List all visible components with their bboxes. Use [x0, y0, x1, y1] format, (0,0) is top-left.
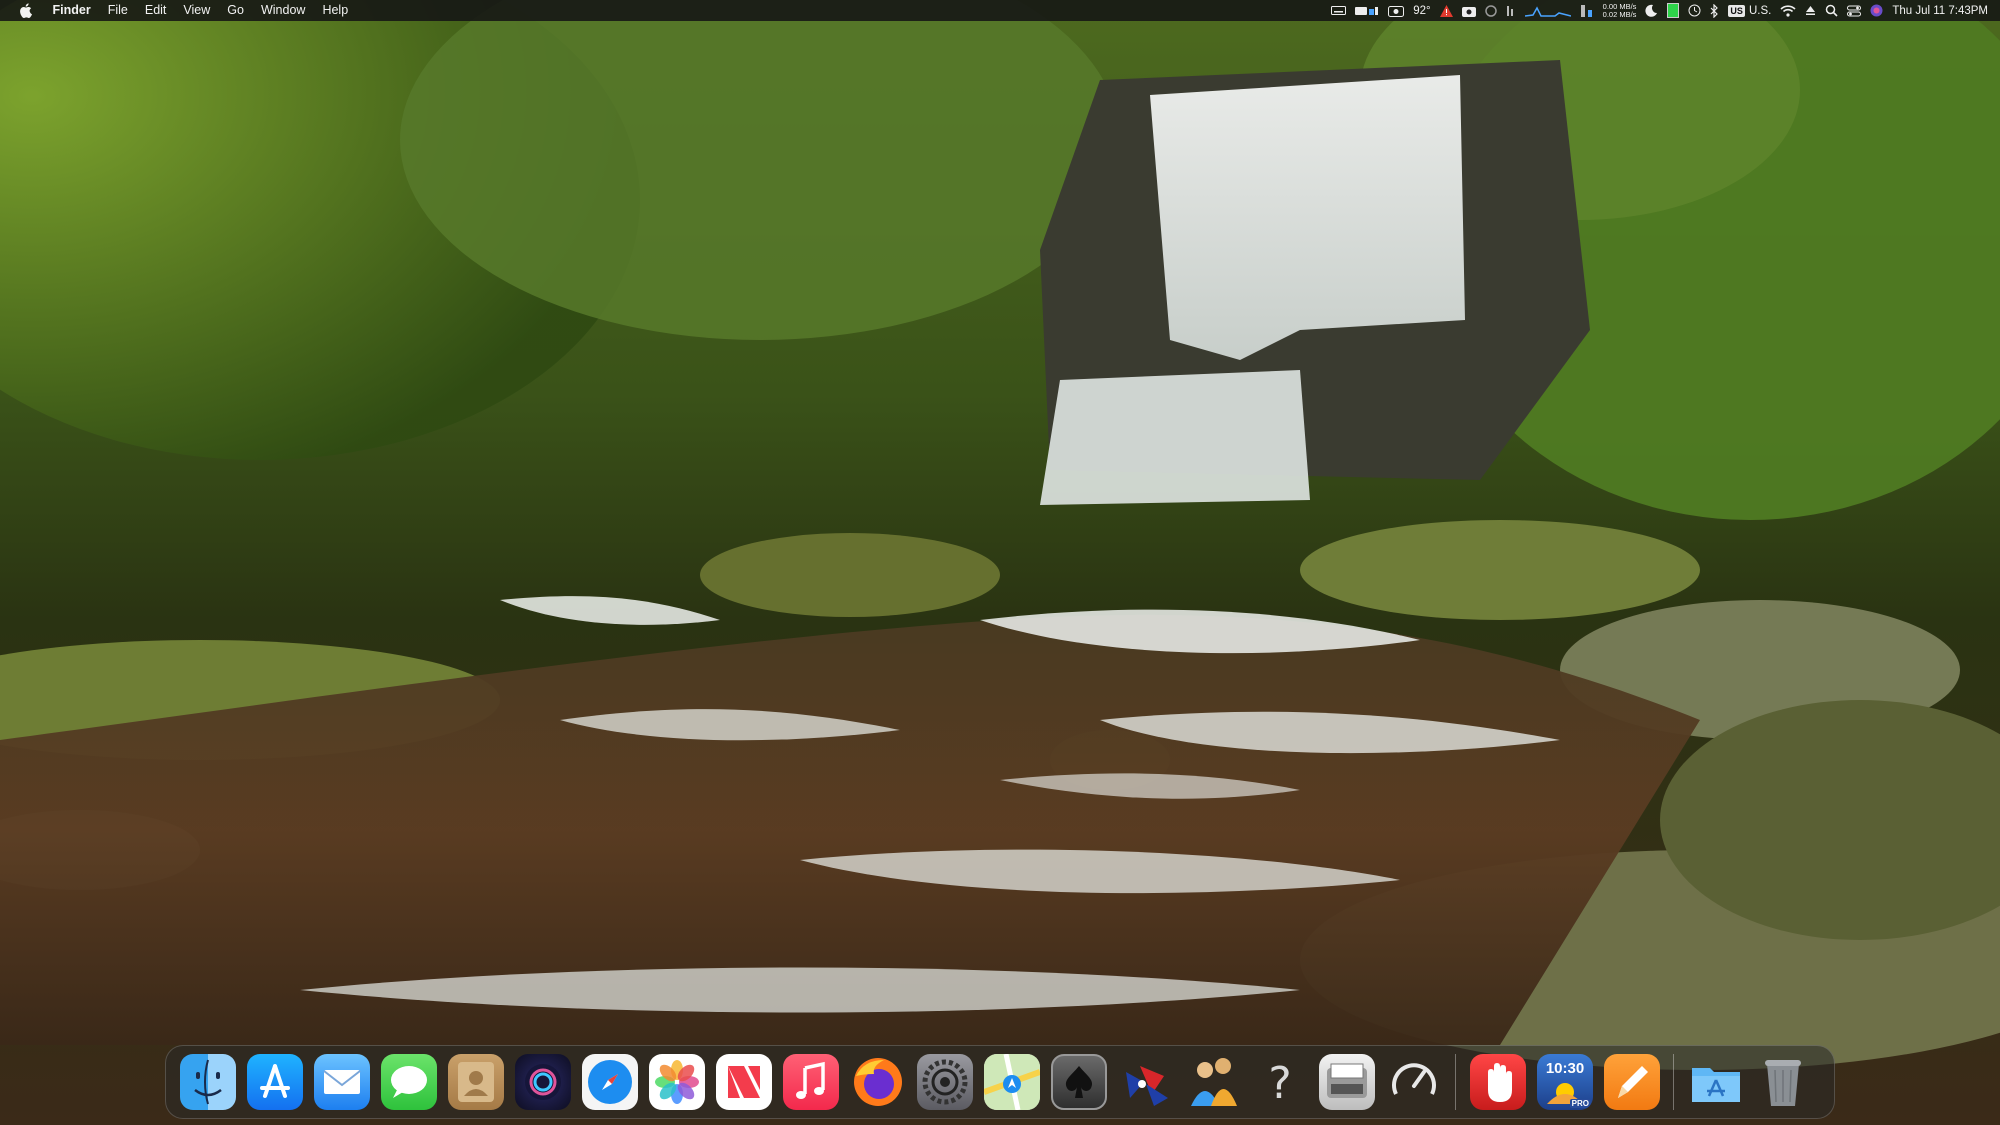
- activity-graph-icon[interactable]: [1524, 0, 1571, 21]
- help-icon: ?: [1268, 1058, 1291, 1109]
- news-icon: [728, 1066, 760, 1098]
- dock-app-safari[interactable]: [582, 1054, 638, 1110]
- siri-status-icon[interactable]: [1870, 0, 1883, 21]
- system-settings-icon: [922, 1059, 968, 1105]
- dock-app-news[interactable]: [716, 1054, 772, 1110]
- dock-app-system-settings[interactable]: [917, 1054, 973, 1110]
- menu-app-name[interactable]: Finder: [44, 0, 99, 21]
- dock-app-messages[interactable]: [381, 1054, 437, 1110]
- menu-bar: Finder File Edit View Go Window Help 92°: [0, 0, 2000, 21]
- dock-app-pages[interactable]: [1604, 1054, 1660, 1110]
- keyboard-layout-label: U.S.: [1748, 4, 1772, 17]
- finder-icon: [194, 1059, 222, 1105]
- apple-icon[interactable]: [18, 3, 32, 19]
- pencil-icon: [1618, 1066, 1648, 1098]
- clock-app-icon: 10:30: [1545, 1060, 1585, 1077]
- music-icon: [796, 1061, 825, 1099]
- menu-view[interactable]: View: [175, 0, 219, 21]
- dock-app-stop[interactable]: [1470, 1054, 1526, 1110]
- pro-badge: PRO: [1569, 1099, 1591, 1108]
- bluetooth-icon[interactable]: [1710, 0, 1719, 21]
- speedometer-icon: [1392, 1063, 1436, 1095]
- photos-icon: [655, 1060, 699, 1104]
- dock-app-firefox[interactable]: [850, 1054, 906, 1110]
- dock-app-contacts[interactable]: [448, 1054, 504, 1110]
- network-icon: [1126, 1066, 1168, 1106]
- app-store-icon: [260, 1064, 290, 1098]
- dock-app-finder[interactable]: [180, 1054, 236, 1110]
- menu-file[interactable]: File: [99, 0, 136, 21]
- dock-app-maps[interactable]: [984, 1054, 1040, 1110]
- dock-app-mail[interactable]: [314, 1054, 370, 1110]
- firefox-icon: [854, 1058, 902, 1106]
- cpu-graph-icon[interactable]: [1506, 0, 1516, 21]
- dock-applications-folder[interactable]: [1688, 1054, 1744, 1110]
- control-center-icon[interactable]: [1847, 0, 1862, 21]
- dock-separator: [1673, 1054, 1674, 1110]
- menu-help[interactable]: Help: [314, 0, 357, 21]
- battery-icon[interactable]: [1667, 0, 1680, 21]
- keyboard-layout-badge: US: [1728, 4, 1745, 17]
- time-machine-icon[interactable]: [1688, 0, 1701, 21]
- dock-app-family[interactable]: [1185, 1054, 1241, 1110]
- dock-separator: [1455, 1054, 1456, 1110]
- network-speed[interactable]: 0.00 MB/s 0.02 MB/s: [1603, 0, 1637, 21]
- display-icon[interactable]: [1355, 0, 1379, 21]
- dock-app-music[interactable]: [783, 1054, 839, 1110]
- mail-icon: [323, 1070, 361, 1094]
- dock-app-app-store[interactable]: [247, 1054, 303, 1110]
- siri-icon: [525, 1064, 561, 1100]
- messages-icon: [391, 1066, 427, 1098]
- dock-app-siri[interactable]: [515, 1054, 571, 1110]
- clock[interactable]: Thu Jul 11 7:43PM: [1892, 0, 1988, 21]
- menu-window[interactable]: Window: [252, 0, 313, 21]
- camera-icon[interactable]: [1388, 0, 1405, 21]
- dock: ? 10:30 PRO: [165, 1045, 1835, 1119]
- spade-icon: [1065, 1066, 1093, 1098]
- family-icon: [1191, 1058, 1237, 1106]
- dock-app-solitaire[interactable]: [1051, 1054, 1107, 1110]
- maps-icon: [984, 1054, 1040, 1110]
- dock-app-scanner[interactable]: [1319, 1054, 1375, 1110]
- safari-icon: [588, 1060, 632, 1104]
- warning-icon[interactable]: [1439, 0, 1453, 21]
- trash-icon: [1765, 1060, 1801, 1106]
- menu-edit[interactable]: Edit: [136, 0, 175, 21]
- record-icon[interactable]: [1484, 0, 1497, 21]
- memory-graph-icon[interactable]: [1580, 0, 1594, 21]
- keyboard-icon[interactable]: [1331, 0, 1347, 21]
- stop-hand-icon: [1488, 1063, 1512, 1102]
- moon-icon[interactable]: [1645, 0, 1658, 21]
- scanner-icon: [1327, 1063, 1367, 1098]
- wifi-icon[interactable]: [1780, 0, 1796, 21]
- network-download-speed: 0.02 MB/s: [1602, 9, 1637, 19]
- applications-folder-icon: [1692, 1068, 1740, 1102]
- dock-app-clock[interactable]: 10:30 PRO: [1537, 1054, 1593, 1110]
- desktop-wallpaper: [0, 0, 2000, 1125]
- dock-app-help[interactable]: ?: [1252, 1054, 1308, 1110]
- dock-app-photos[interactable]: [649, 1054, 705, 1110]
- dock-trash[interactable]: [1755, 1054, 1811, 1110]
- screenshot-icon[interactable]: [1461, 0, 1476, 21]
- dock-app-activity-monitor[interactable]: [1386, 1054, 1442, 1110]
- contacts-icon: [458, 1062, 494, 1102]
- svg-text:?: ?: [1268, 1058, 1291, 1109]
- menu-go[interactable]: Go: [219, 0, 253, 21]
- keyboard-layout[interactable]: US U.S.: [1728, 0, 1771, 21]
- temperature-readout[interactable]: 92°: [1413, 0, 1430, 21]
- eject-icon[interactable]: [1805, 0, 1816, 21]
- spotlight-search-icon[interactable]: [1825, 0, 1838, 21]
- dock-app-network-utility[interactable]: [1118, 1054, 1174, 1110]
